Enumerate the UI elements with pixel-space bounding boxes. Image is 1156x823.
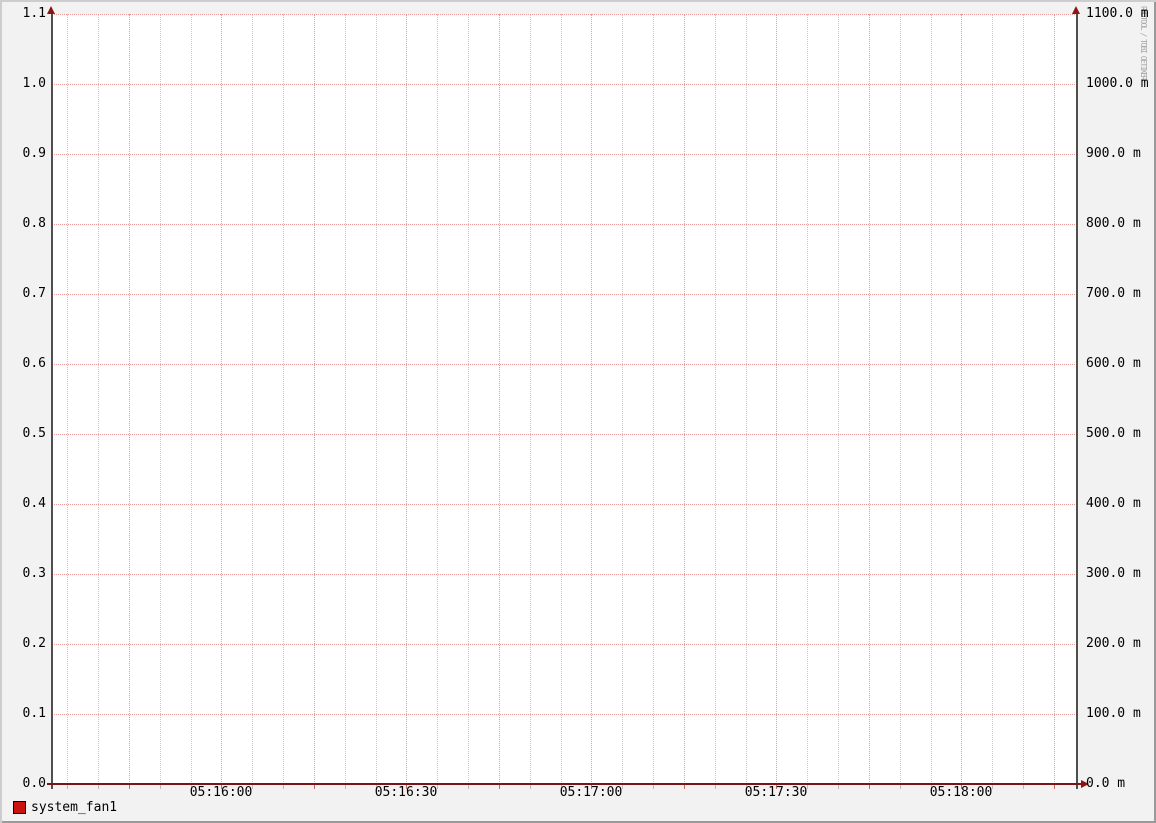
v-gridline-minor xyxy=(468,14,469,784)
h-gridline xyxy=(52,644,1077,645)
v-gridline-minor xyxy=(98,14,99,784)
v-gridline-minor xyxy=(345,14,346,784)
y-left-tick-label: 1.0 xyxy=(22,76,46,91)
y-right-tick-label: 500.0 m xyxy=(1086,426,1141,441)
v-gridline-minor xyxy=(900,14,901,784)
v-gridline-major xyxy=(869,14,870,784)
x-axis-tick xyxy=(900,785,901,789)
v-gridline-minor xyxy=(715,14,716,784)
v-gridline-major xyxy=(684,14,685,784)
legend-label-system-fan1: system_fan1 xyxy=(31,800,118,815)
h-gridline xyxy=(52,14,1077,15)
v-gridline-minor xyxy=(561,14,562,784)
v-gridline-major xyxy=(129,14,130,784)
v-gridline-minor xyxy=(437,14,438,784)
h-gridline xyxy=(52,154,1077,155)
y-axis-right-line xyxy=(1076,10,1078,789)
v-gridline-minor xyxy=(252,14,253,784)
y-right-tick-label: 0.0 m xyxy=(1086,776,1126,791)
y-right-tick-label: 200.0 m xyxy=(1086,636,1141,651)
v-gridline-minor xyxy=(67,14,68,784)
v-gridline-minor xyxy=(838,14,839,784)
y-right-tick-label: 800.0 m xyxy=(1086,216,1141,231)
x-axis-tick xyxy=(499,785,500,789)
x-axis-tick xyxy=(1054,785,1055,789)
y-left-tick-label: 1.1 xyxy=(22,6,46,21)
x-axis-tick xyxy=(530,785,531,789)
y-left-tick-label: 0.0 xyxy=(22,776,46,791)
v-gridline-minor xyxy=(376,14,377,784)
x-axis-tick xyxy=(129,785,130,789)
y-right-tick-label: 600.0 m xyxy=(1086,356,1141,371)
rrdtool-graph: system_fan1 RRDTOOL / TOBI OETIKER 0.0 0.… xyxy=(0,0,1156,823)
x-axis-tick xyxy=(715,785,716,789)
h-gridline xyxy=(52,84,1077,85)
y-left-tick-label: 0.3 xyxy=(22,566,46,581)
h-gridline xyxy=(52,434,1077,435)
y-left-tick-label: 0.2 xyxy=(22,636,46,651)
v-gridline-minor xyxy=(807,14,808,784)
v-gridline-major xyxy=(776,14,777,784)
v-gridline-minor xyxy=(160,14,161,784)
v-gridline-minor xyxy=(931,14,932,784)
y-right-tick-label: 400.0 m xyxy=(1086,496,1141,511)
h-gridline xyxy=(52,714,1077,715)
v-gridline-minor xyxy=(191,14,192,784)
x-axis-tick xyxy=(98,785,99,789)
y-left-tick-label: 0.8 xyxy=(22,216,46,231)
x-tick-label: 05:16:30 xyxy=(374,785,438,800)
legend-swatch-system-fan1 xyxy=(13,801,26,814)
v-gridline-minor xyxy=(653,14,654,784)
x-axis-tick xyxy=(653,785,654,789)
v-gridline-minor xyxy=(992,14,993,784)
x-axis-tick xyxy=(468,785,469,789)
x-axis-tick xyxy=(283,785,284,789)
y-left-tick-label: 0.6 xyxy=(22,356,46,371)
x-tick-label: 05:16:00 xyxy=(189,785,253,800)
v-gridline-major xyxy=(499,14,500,784)
y-right-tick-label: 900.0 m xyxy=(1086,146,1141,161)
y-left-tick-label: 0.1 xyxy=(22,706,46,721)
y-left-tick-label: 0.7 xyxy=(22,286,46,301)
plot-area xyxy=(52,14,1077,784)
x-axis-tick xyxy=(314,785,315,789)
v-gridline-major xyxy=(591,14,592,784)
x-tick-label: 05:17:30 xyxy=(744,785,808,800)
y-right-tick-label: 1000.0 m xyxy=(1086,76,1149,91)
y-axis-left-line xyxy=(51,10,53,789)
x-axis-tick xyxy=(345,785,346,789)
v-gridline-major xyxy=(406,14,407,784)
y-right-tick-label: 1100.0 m xyxy=(1086,6,1149,21)
x-tick-label: 05:17:00 xyxy=(559,785,623,800)
y-axis-right-arrow-icon xyxy=(1072,6,1080,14)
v-gridline-minor xyxy=(1023,14,1024,784)
h-gridline xyxy=(52,224,1077,225)
v-gridline-minor xyxy=(622,14,623,784)
v-gridline-minor xyxy=(530,14,531,784)
h-gridline xyxy=(52,294,1077,295)
y-left-tick-label: 0.9 xyxy=(22,146,46,161)
y-right-tick-label: 300.0 m xyxy=(1086,566,1141,581)
x-tick-label: 05:18:00 xyxy=(929,785,993,800)
x-axis-tick xyxy=(160,785,161,789)
v-gridline-major xyxy=(1054,14,1055,784)
h-gridline xyxy=(52,504,1077,505)
x-axis-tick xyxy=(838,785,839,789)
x-axis-tick xyxy=(684,785,685,789)
y-axis-left-arrow-icon xyxy=(47,6,55,14)
y-left-tick-label: 0.5 xyxy=(22,426,46,441)
v-gridline-minor xyxy=(283,14,284,784)
v-gridline-major xyxy=(221,14,222,784)
y-right-tick-label: 100.0 m xyxy=(1086,706,1141,721)
v-gridline-major xyxy=(961,14,962,784)
h-gridline xyxy=(52,574,1077,575)
x-axis-tick xyxy=(67,785,68,789)
y-left-tick-label: 0.4 xyxy=(22,496,46,511)
y-right-tick-label: 700.0 m xyxy=(1086,286,1141,301)
v-gridline-major xyxy=(314,14,315,784)
x-axis-tick xyxy=(1023,785,1024,789)
v-gridline-minor xyxy=(746,14,747,784)
x-axis-tick xyxy=(869,785,870,789)
h-gridline xyxy=(52,364,1077,365)
